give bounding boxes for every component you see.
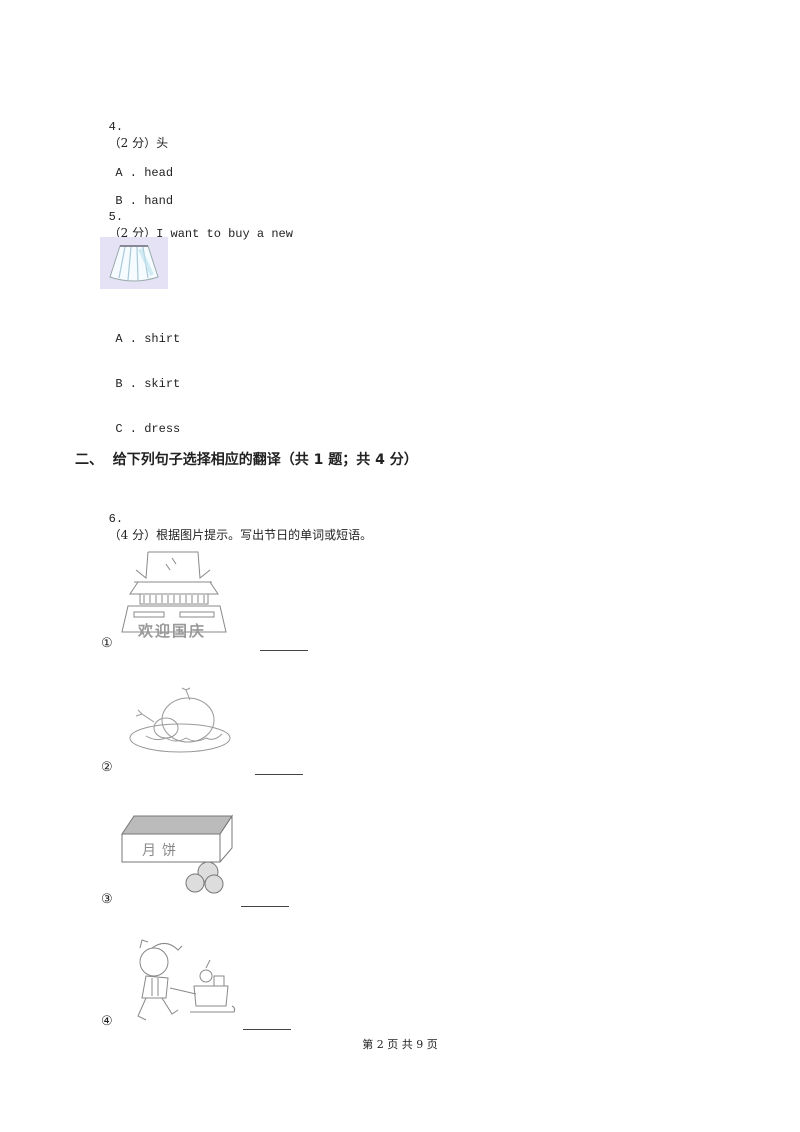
question-score: （4 分） <box>108 528 157 542</box>
question-number: 4. <box>108 120 124 134</box>
item-marker: ② <box>101 760 113 775</box>
question-4: 4. （2 分）头 <box>101 105 168 151</box>
santa-sleigh-picture <box>132 936 238 1026</box>
answer-blank-4[interactable] <box>243 1029 291 1030</box>
answer-blank-2[interactable] <box>255 774 303 775</box>
question-score: （2 分） <box>108 136 157 150</box>
option-a[interactable]: A . head <box>115 166 173 180</box>
option-b[interactable]: B . skirt <box>101 363 180 391</box>
question-prompt: 根据图片提示。写出节日的单词或短语。 <box>156 528 373 542</box>
section-heading: 二、 给下列句子选择相应的翻译（共 1 题；共 4 分） <box>75 452 418 468</box>
answer-blank-1[interactable] <box>260 650 308 651</box>
roast-turkey-picture <box>128 686 234 754</box>
item-marker: ④ <box>101 1014 113 1029</box>
mooncake-box-picture: 月饼 <box>120 814 235 894</box>
item-marker: ① <box>101 636 113 651</box>
option-a[interactable]: A . shirt <box>101 318 180 346</box>
skirt-picture <box>100 237 168 289</box>
answer-blank-3[interactable] <box>241 906 289 907</box>
question-6: 6. （4 分）根据图片提示。写出节日的单词或短语。 <box>101 497 372 543</box>
page-footer: 第 2 页 共 9 页 <box>362 1038 438 1051</box>
national-day-gate-picture: 欢迎国庆 <box>120 548 240 640</box>
question-prompt: I want to buy a new <box>156 227 293 241</box>
option-c[interactable]: C . dress <box>101 408 180 436</box>
item-marker: ③ <box>101 892 113 907</box>
mooncake-box-label: 月饼 <box>142 843 182 859</box>
question-prompt: 头 <box>156 136 169 150</box>
question-number: 6. <box>108 512 124 526</box>
question-number: 5. <box>108 210 124 224</box>
gate-banner-text: 欢迎国庆 <box>138 622 207 640</box>
